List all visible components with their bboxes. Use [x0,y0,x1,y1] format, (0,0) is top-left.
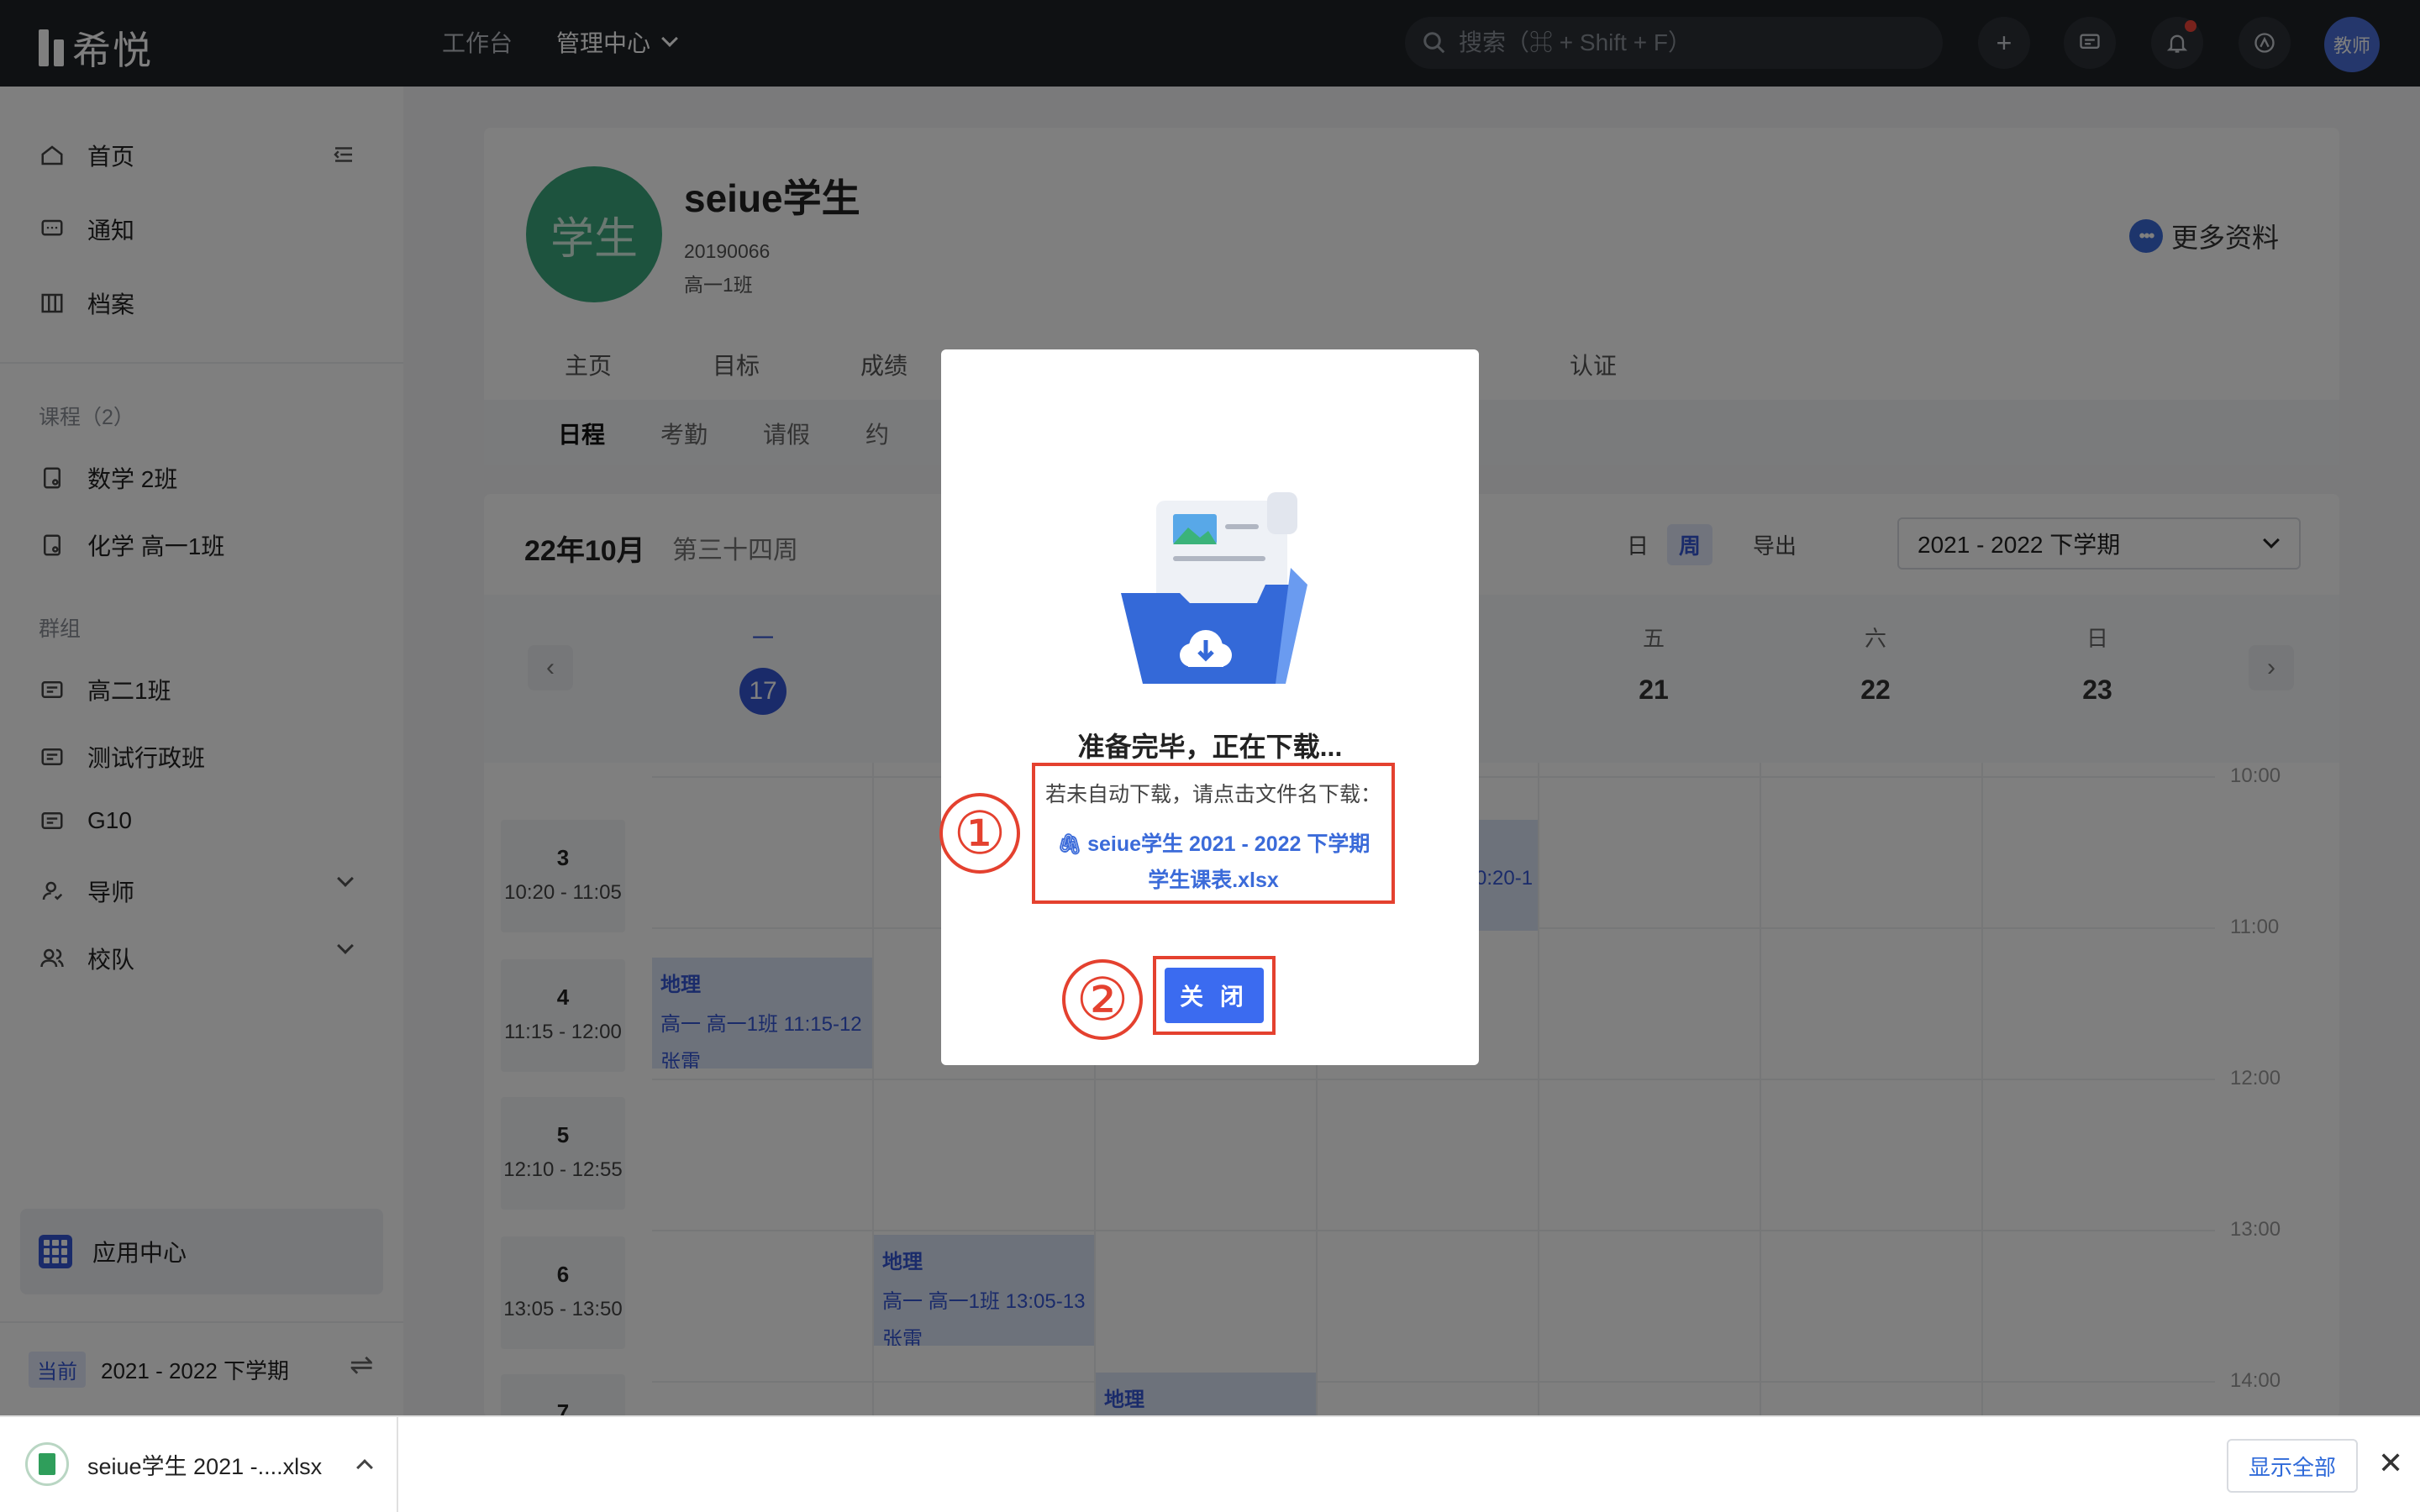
download-hint: 若未自动下载，请点击文件名下载： [1044,783,1381,806]
download-separator [397,1417,398,1512]
download-modal: 准备完毕，正在下载... 若未自动下载，请点击文件名下载： 🖇 seiue学生 2… [939,349,1479,1065]
downloaded-file-name: seiue学生 2021 -....xlsx [87,1453,323,1479]
close-button[interactable]: 关 闭 [1165,968,1264,1023]
annotation-box: 关 闭 [1153,956,1276,1035]
downloaded-file-item[interactable]: seiue学生 2021 -....xlsx [25,1442,374,1486]
modal-title: 准备完毕，正在下载... [1077,732,1343,762]
file-name-line1: seiue学生 2021 - 2022 下学期 [1087,832,1370,856]
file-download-link[interactable]: 🖇 seiue学生 2021 - 2022 下学期 学生课表.xlsx [1035,827,1392,898]
step-1-marker: ① [939,793,1020,874]
spreadsheet-file-icon [25,1442,69,1486]
show-all-button[interactable]: 显示全部 [2227,1439,2358,1493]
folder-download-icon [1121,492,1307,684]
chevron-up-icon[interactable] [356,1459,374,1476]
file-name-line2: 学生课表.xlsx [1148,869,1279,892]
paperclip-icon: 🖇 [1056,833,1083,856]
step-2-marker: ② [1062,959,1143,1040]
close-icon[interactable]: ✕ [2378,1446,2403,1481]
download-bar: seiue学生 2021 -....xlsx 显示全部 ✕ [0,1415,2420,1512]
annotation-box: 若未自动下载，请点击文件名下载： 🖇 seiue学生 2021 - 2022 下学… [1032,763,1395,904]
